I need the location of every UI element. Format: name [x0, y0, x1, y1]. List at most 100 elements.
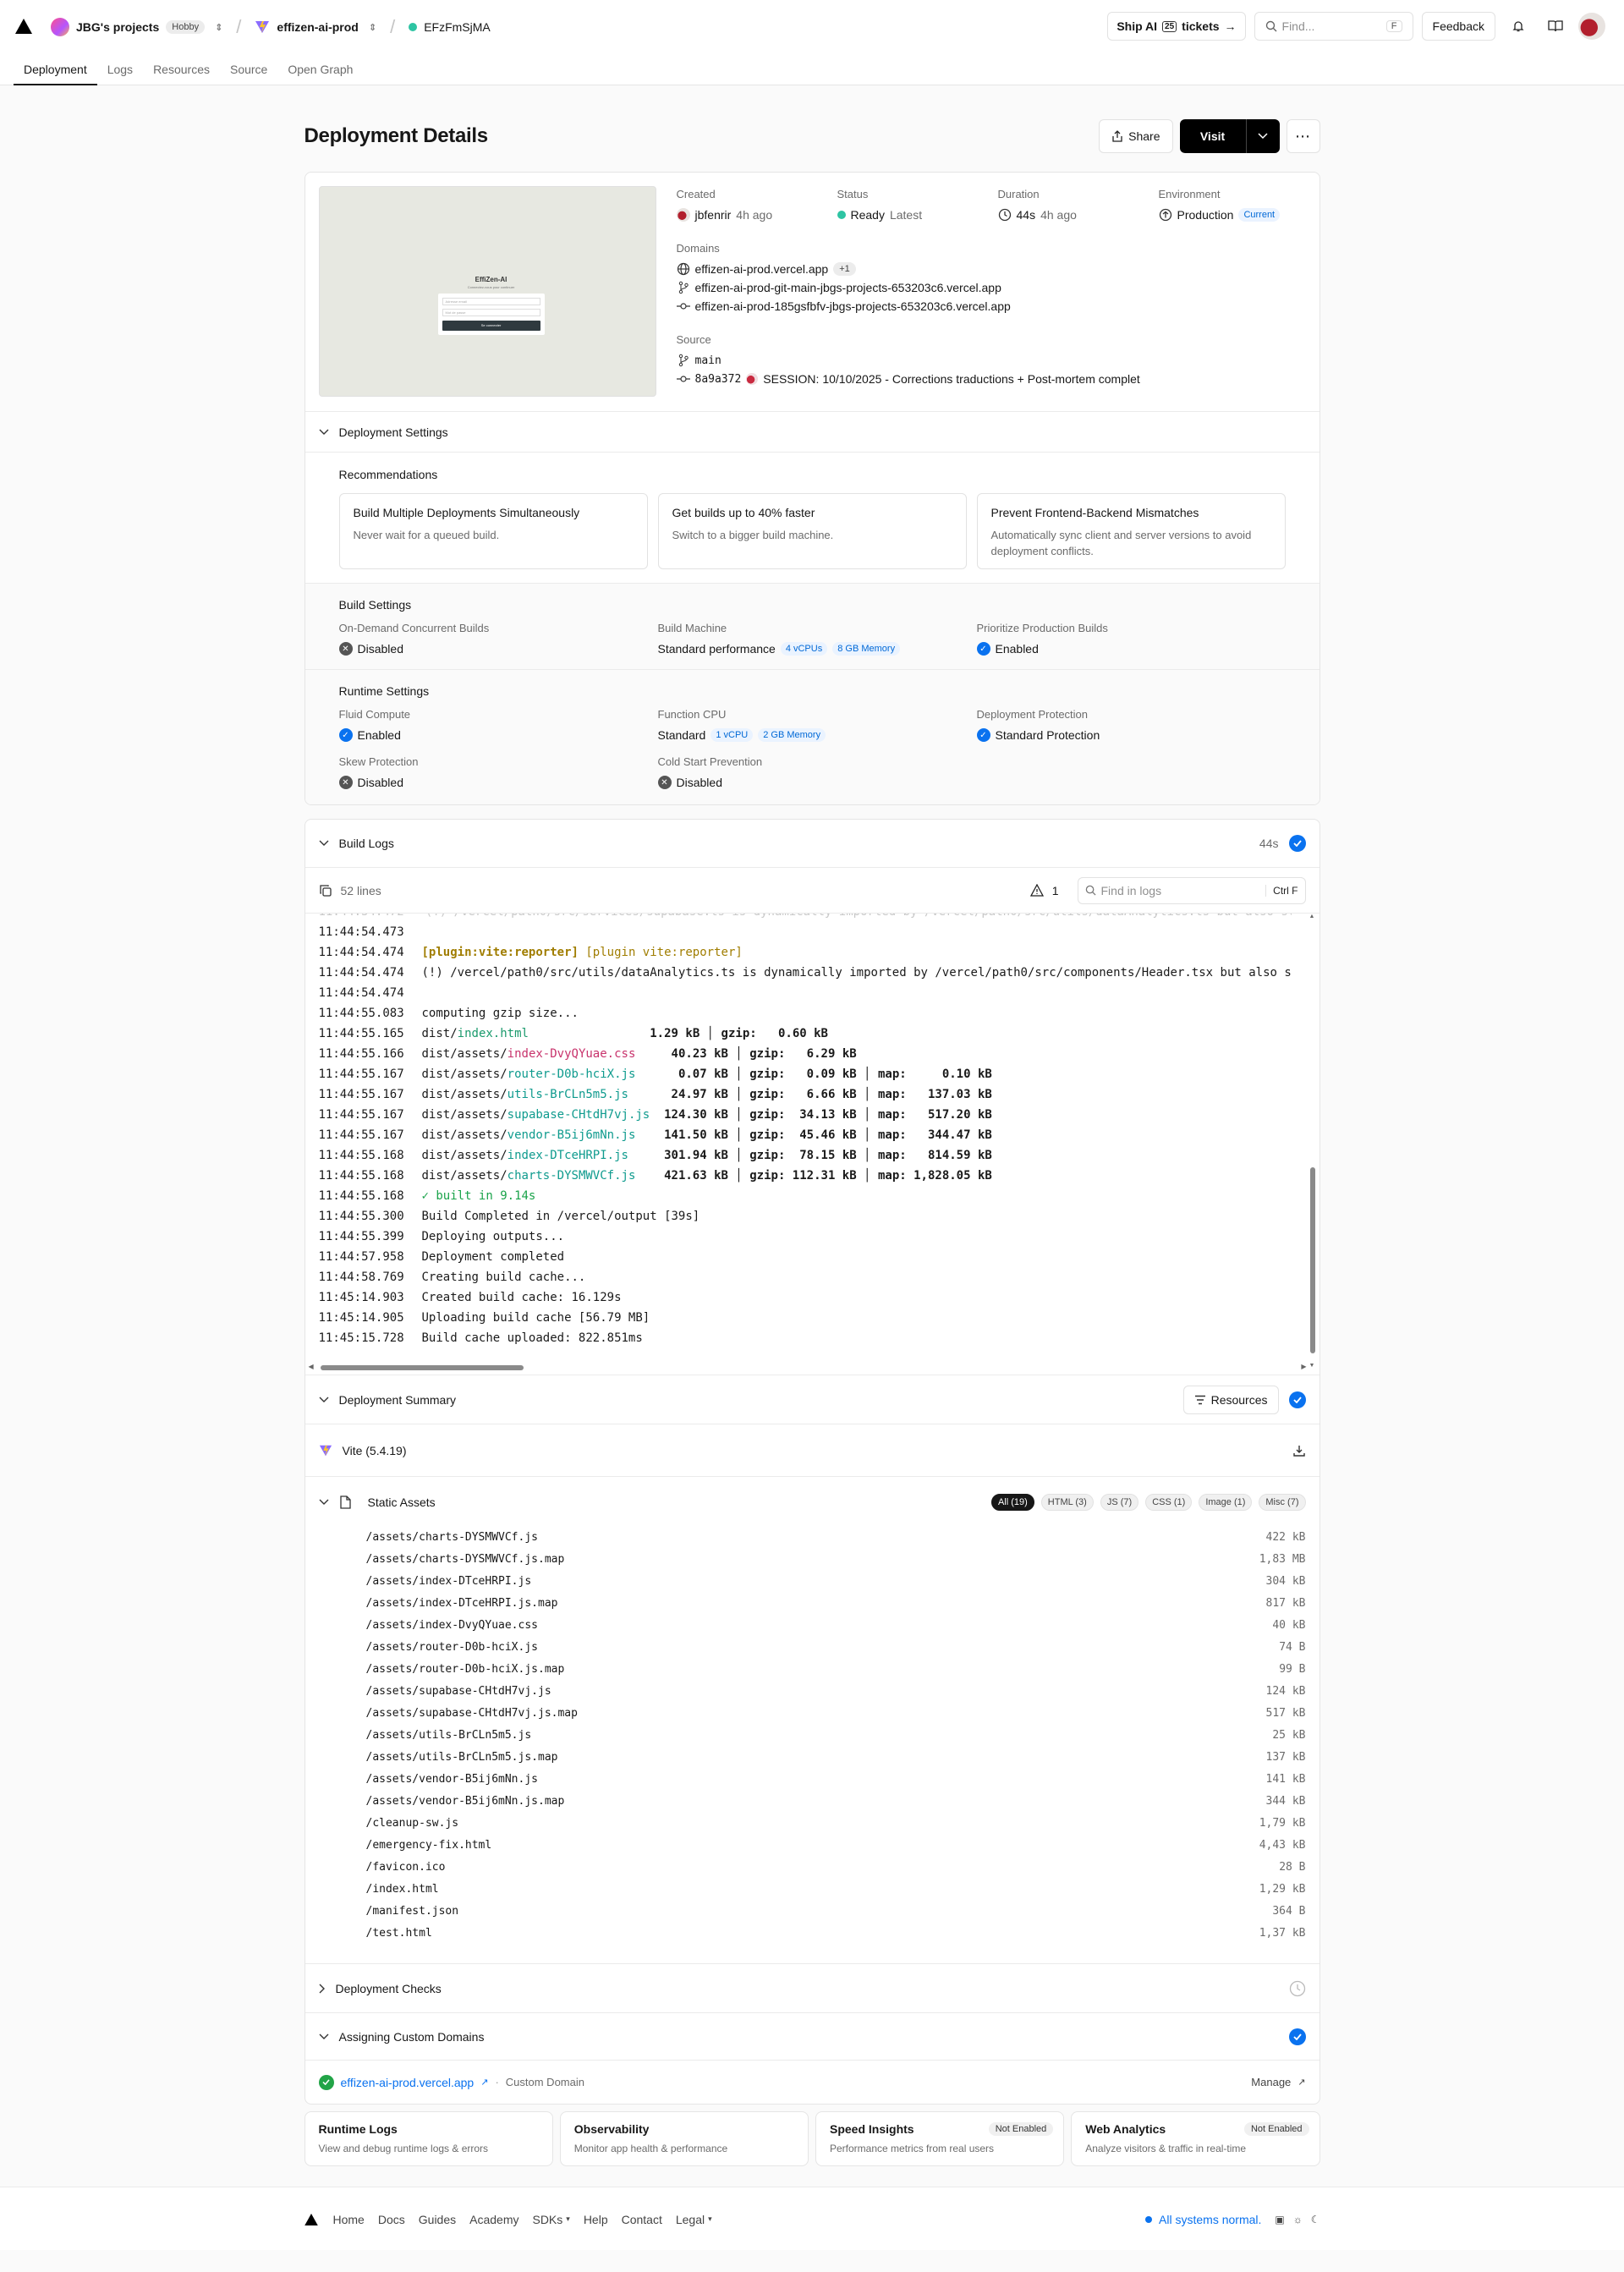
footer-link-sdks[interactable]: SDKs [532, 2213, 562, 2226]
share-button[interactable]: Share [1099, 119, 1173, 153]
project-switcher[interactable]: effizen-ai-prod ⇕ [255, 19, 376, 35]
asset-row[interactable]: /assets/supabase-CHtdH7vj.js 124 kB [366, 1681, 1306, 1703]
scroll-left-arrow-icon[interactable]: ◀ [309, 1363, 314, 1370]
commit-message[interactable]: SESSION: 10/10/2025 - Corrections traduc… [763, 372, 1139, 386]
speed-insights-card[interactable]: Speed Insights Performance metrics from … [815, 2111, 1065, 2166]
footer-link-academy[interactable]: Academy [469, 2213, 518, 2226]
filter-all[interactable]: All (19) [990, 1493, 1034, 1511]
asset-row[interactable]: /assets/charts-DYSMWVCf.js.map 1,83 MB [366, 1549, 1306, 1571]
tab-open-graph[interactable]: Open Graph [277, 54, 363, 85]
vercel-logo-icon[interactable] [304, 2213, 318, 2225]
download-icon[interactable] [1292, 1444, 1306, 1457]
commit-domain-link[interactable]: effizen-ai-prod-185gsfbfv-jbgs-projects-… [695, 299, 1011, 313]
asset-row[interactable]: /index.html 1,29 kB [366, 1879, 1306, 1901]
asset-row[interactable]: /manifest.json 364 B [366, 1901, 1306, 1923]
asset-row[interactable]: /assets/charts-DYSMWVCf.js 422 kB [366, 1527, 1306, 1549]
asset-row[interactable]: /assets/index-DTceHRPI.js.map 817 kB [366, 1593, 1306, 1615]
custom-domain-link[interactable]: effizen-ai-prod.vercel.app [341, 2076, 475, 2089]
asset-row[interactable]: /emergency-fix.html 4,43 kB [366, 1835, 1306, 1857]
log-timestamp: 11:44:55.166 [318, 1047, 404, 1061]
scroll-right-arrow-icon[interactable]: ▶ [1301, 1363, 1306, 1370]
user-avatar[interactable] [1578, 13, 1605, 40]
recommendation-card[interactable]: Build Multiple Deployments Simultaneousl… [338, 493, 648, 569]
bell-icon[interactable] [1504, 12, 1533, 41]
tab-deployment[interactable]: Deployment [14, 54, 97, 85]
log-viewer[interactable]: 11:44:54.472 (!) /vercel/path0/src/servi… [304, 913, 1320, 1375]
scrollbar-thumb[interactable] [1309, 1167, 1315, 1353]
asset-row[interactable]: /cleanup-sw.js 1,79 kB [366, 1813, 1306, 1835]
filter-css[interactable]: CSS (1) [1145, 1493, 1193, 1511]
asset-row[interactable]: /favicon.ico 28 B [366, 1857, 1306, 1879]
sun-theme-icon[interactable]: ☼ [1293, 2214, 1303, 2225]
warning-icon[interactable] [1029, 884, 1044, 897]
recommendation-card[interactable]: Prevent Frontend-Backend Mismatches Auto… [976, 493, 1286, 569]
system-status-link[interactable]: All systems normal. [1159, 2213, 1261, 2226]
asset-row[interactable]: /assets/utils-BrCLn5m5.js 25 kB [366, 1725, 1306, 1747]
asset-row[interactable]: /assets/router-D0b-hciX.js.map 99 B [366, 1659, 1306, 1681]
resources-button[interactable]: Resources [1182, 1385, 1279, 1414]
feedback-button[interactable]: Feedback [1421, 12, 1495, 41]
web-analytics-card[interactable]: Web Analytics Analyze visitors & traffic… [1071, 2111, 1320, 2166]
footer-link-help[interactable]: Help [584, 2213, 608, 2226]
scrollbar-thumb[interactable] [320, 1365, 524, 1370]
deployment-preview[interactable]: EffiZen-AI Connectez-vous pour continuer… [318, 186, 656, 397]
asset-row[interactable]: /assets/index-DTceHRPI.js 304 kB [366, 1571, 1306, 1593]
asset-row[interactable]: /assets/vendor-B5ij6mNn.js 141 kB [366, 1769, 1306, 1791]
tab-resources[interactable]: Resources [143, 54, 220, 85]
ship-ai-tickets-button[interactable]: Ship AI 25 tickets → [1107, 12, 1246, 41]
deployment-checks-toggle[interactable]: Deployment Checks [304, 1963, 1320, 2012]
copy-icon[interactable] [319, 884, 332, 897]
commit-hash[interactable]: 8a9a372 [695, 373, 742, 386]
tab-source[interactable]: Source [220, 54, 277, 85]
filter-html[interactable]: HTML (3) [1040, 1493, 1094, 1511]
creator-name[interactable]: jbfenrir [695, 208, 732, 222]
tab-logs[interactable]: Logs [97, 54, 143, 85]
deployment-info: Created jbfenrir 4h ago Status Ready Lat… [676, 186, 1306, 398]
footer-link-guides[interactable]: Guides [419, 2213, 456, 2226]
asset-row[interactable]: /assets/router-D0b-hciX.js 74 B [366, 1637, 1306, 1659]
filter-js[interactable]: JS (7) [1100, 1493, 1139, 1511]
asset-row[interactable]: /assets/supabase-CHtdH7vj.js.map 517 kB [366, 1703, 1306, 1725]
recommendation-card[interactable]: Get builds up to 40% faster Switch to a … [657, 493, 967, 569]
runtime-logs-card[interactable]: Runtime Logs View and debug runtime logs… [304, 2111, 553, 2166]
asset-row[interactable]: /assets/utils-BrCLn5m5.js.map 137 kB [366, 1747, 1306, 1769]
external-link-icon[interactable]: ↗ [1298, 2077, 1305, 2088]
domain-link[interactable]: effizen-ai-prod.vercel.app [695, 262, 829, 276]
find-input[interactable]: Find... F [1254, 12, 1413, 41]
team-switcher[interactable]: JBG's projects Hobby ⇕ [51, 18, 222, 36]
asset-row[interactable]: /test.html 1,37 kB [366, 1923, 1306, 1945]
moon-theme-icon[interactable]: ☾ [1311, 2214, 1320, 2225]
vercel-logo-icon[interactable] [15, 19, 32, 36]
more-options-button[interactable]: ⋯ [1286, 119, 1320, 153]
visit-button[interactable]: Visit [1180, 119, 1246, 153]
footer-link-docs[interactable]: Docs [378, 2213, 405, 2226]
visit-dropdown-button[interactable] [1245, 119, 1280, 153]
branch-name[interactable]: main [695, 354, 721, 367]
manage-domain-link[interactable]: Manage [1251, 2076, 1291, 2088]
footer-link-contact[interactable]: Contact [622, 2213, 662, 2226]
observability-card[interactable]: Observability Monitor app health & perfo… [559, 2111, 809, 2166]
asset-row[interactable]: /assets/index-DvyQYuae.css 40 kB [366, 1615, 1306, 1637]
find-in-logs-input[interactable]: Find in logs Ctrl F [1077, 876, 1306, 904]
branch-domain-link[interactable]: effizen-ai-prod-git-main-jbgs-projects-6… [695, 281, 1001, 294]
more-domains-badge[interactable]: +1 [833, 262, 856, 276]
vertical-scrollbar[interactable]: ▲ ▼ [1309, 914, 1316, 1369]
footer-link-home[interactable]: Home [333, 2213, 365, 2226]
deployment-settings-toggle[interactable]: Deployment Settings [304, 411, 1320, 452]
custom-domains-toggle[interactable]: Assigning Custom Domains [304, 2012, 1320, 2060]
filter-image[interactable]: Image (1) [1199, 1493, 1253, 1511]
deployment-crumb[interactable]: EFzFmSjMA [409, 20, 491, 34]
monitor-theme-icon[interactable]: ▣ [1275, 2214, 1284, 2225]
external-link-icon[interactable]: ↗ [480, 2077, 488, 2088]
scroll-down-arrow-icon[interactable]: ▼ [1309, 1363, 1315, 1369]
build-logs-toggle[interactable]: Build Logs 44s [305, 820, 1320, 867]
horizontal-scrollbar[interactable]: ◀ ▶ [309, 1363, 1307, 1371]
footer-link-legal[interactable]: Legal [676, 2213, 705, 2226]
book-icon[interactable] [1541, 12, 1570, 41]
recommendations-title: Recommendations [338, 468, 438, 481]
scroll-up-arrow-icon[interactable]: ▲ [1309, 914, 1315, 919]
static-assets-toggle[interactable]: Static Assets All (19) HTML (3) JS (7) C… [304, 1476, 1320, 1527]
filter-misc[interactable]: Misc (7) [1259, 1493, 1306, 1511]
asset-row[interactable]: /assets/vendor-B5ij6mNn.js.map 344 kB [366, 1791, 1306, 1813]
deployment-summary-toggle[interactable]: Deployment Summary Resources [304, 1375, 1320, 1424]
